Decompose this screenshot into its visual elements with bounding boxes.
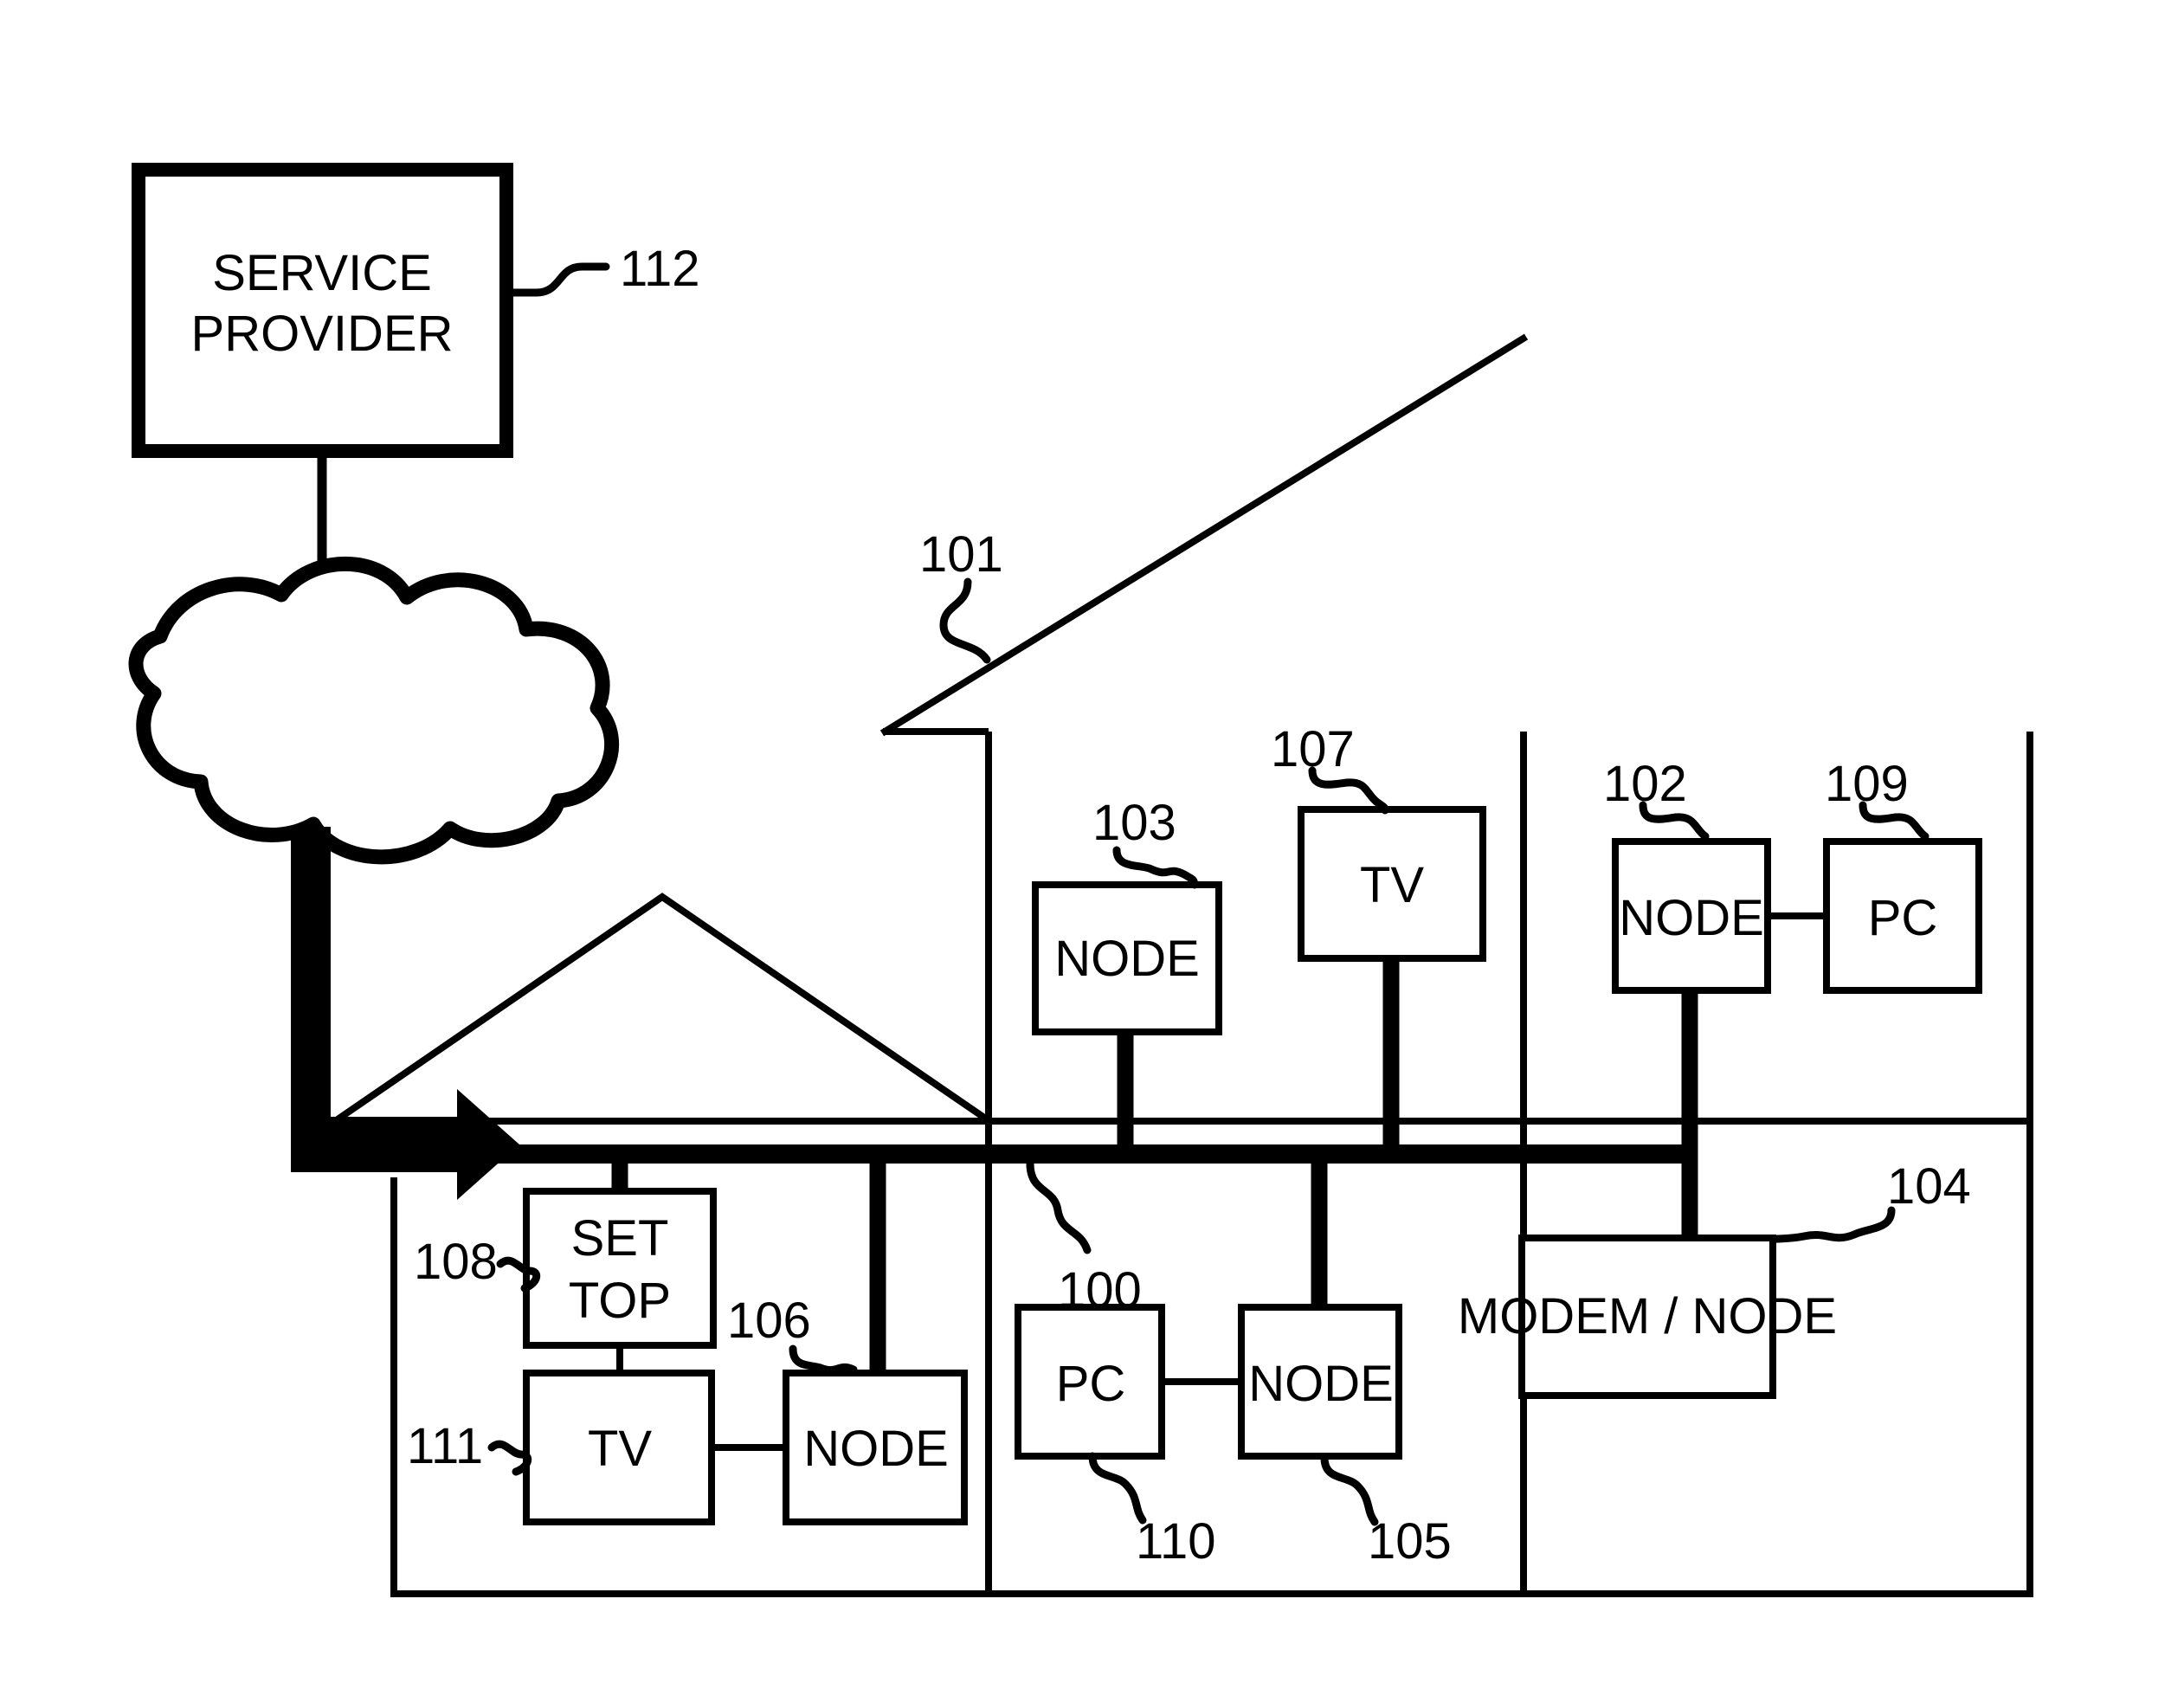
pc-109-label: PC	[1868, 890, 1938, 946]
leader-line-110	[1088, 1452, 1147, 1525]
leader-line-105	[1320, 1454, 1379, 1526]
house-roof-triangle	[335, 893, 989, 1123]
set-top-108-label-line1: SET	[571, 1210, 669, 1267]
node-102-label: NODE	[1619, 890, 1764, 946]
node-105-label: NODE	[1248, 1356, 1394, 1412]
service-feed-arrow	[291, 827, 519, 1200]
house-roof-group	[335, 893, 989, 1123]
ref-numeral-110: 110	[1136, 1513, 1215, 1570]
tv-111-label: TV	[588, 1421, 652, 1477]
leader-line-111	[487, 1440, 532, 1476]
pc-110-group: PC 110	[1015, 1304, 1215, 1570]
leader-line-104	[1768, 1206, 1896, 1244]
ref-numeral-112: 112	[620, 241, 699, 297]
node-103-group: NODE 103	[1032, 795, 1222, 1035]
leader-line-100	[1026, 1159, 1092, 1254]
figure-canvas: SERVICE PROVIDER 112 101 100 NODE 103 TV…	[0, 0, 2184, 1702]
node-103-label: NODE	[1054, 931, 1200, 987]
set-top-108-label-line2: TOP	[569, 1273, 671, 1329]
ref-numeral-109: 109	[1825, 756, 1909, 812]
tv-107-group: TV 107	[1271, 721, 1486, 962]
service-provider-label-line2: PROVIDER	[191, 306, 454, 362]
tv-111-group: TV 111	[407, 1345, 715, 1525]
service-provider-group: SERVICE PROVIDER 112	[132, 163, 699, 458]
service-provider-label-line1: SERVICE	[212, 245, 432, 301]
leader-line-101	[939, 577, 991, 664]
leader-line-103	[1112, 846, 1199, 889]
modem-node-104-group: MODEM / NODE 104	[1458, 1158, 1971, 1399]
node-102-group: NODE 102	[1603, 756, 1771, 994]
tv-107-label: TV	[1360, 857, 1424, 913]
patent-diagram-svg: SERVICE PROVIDER 112 101 100 NODE 103 TV…	[128, 163, 2033, 1597]
set-top-108-group: SET TOP 108	[414, 1188, 717, 1349]
ref-numeral-108: 108	[414, 1234, 498, 1290]
ref-numeral-111: 111	[407, 1418, 483, 1474]
modem-node-104-label: MODEM / NODE	[1458, 1288, 1837, 1344]
pc-109-group: PC 109	[1768, 756, 1982, 994]
cloud-shape	[128, 557, 619, 865]
service-feed-arrow-group	[291, 827, 519, 1200]
ref-numeral-105: 105	[1368, 1513, 1452, 1570]
pc-110-label: PC	[1056, 1356, 1126, 1412]
node-106-group: NODE 106	[712, 1293, 968, 1525]
leader-line-112	[505, 262, 610, 297]
ref-numeral-101: 101	[919, 526, 1003, 583]
ref-numeral-106: 106	[727, 1293, 811, 1349]
premises-roof-group: 101	[879, 333, 1529, 737]
ref-numeral-103: 103	[1092, 795, 1176, 851]
node-106-label: NODE	[803, 1421, 949, 1477]
network-cloud-group	[128, 557, 619, 865]
ref-numeral-104: 104	[1887, 1158, 1971, 1215]
leader-line-106	[789, 1344, 858, 1375]
